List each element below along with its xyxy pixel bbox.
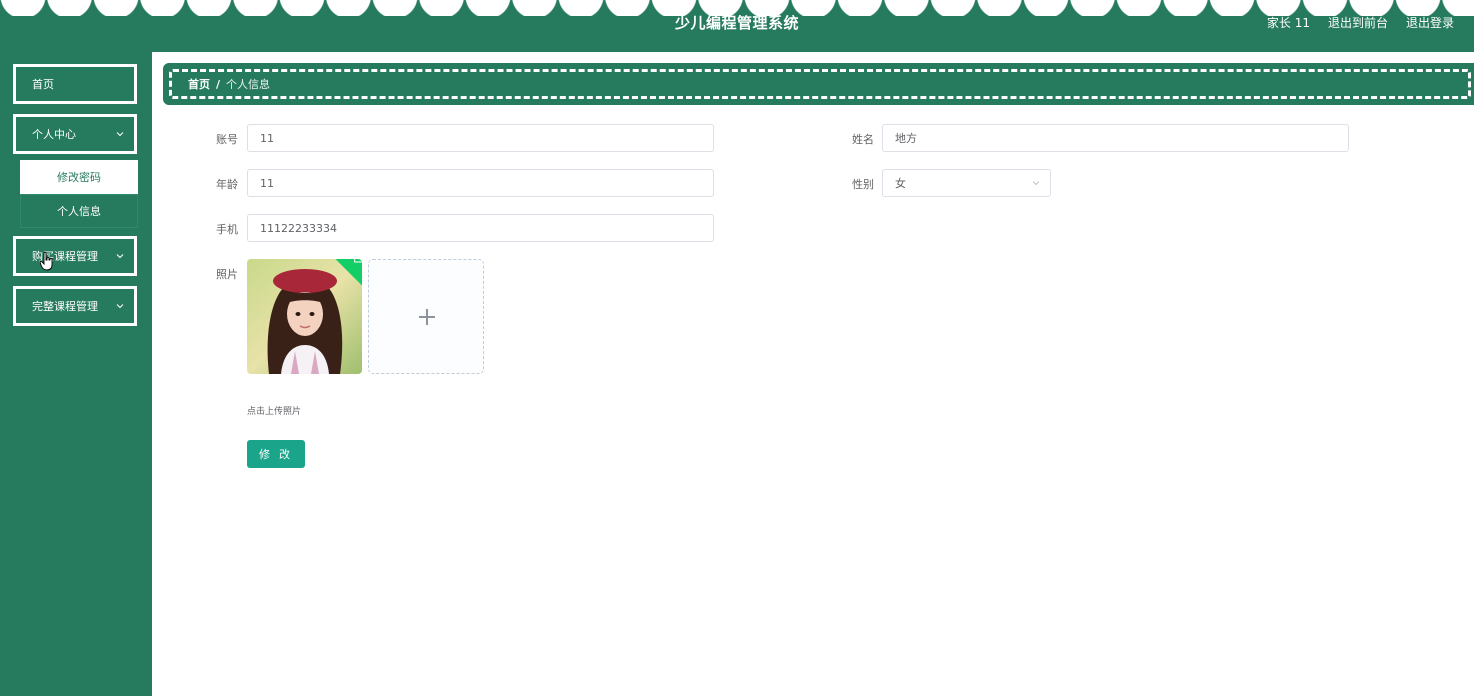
upload-tip-text: 点击上传照片 bbox=[247, 407, 302, 417]
hand-cursor-icon bbox=[40, 252, 53, 271]
sidebar-item-home[interactable]: 首页 bbox=[13, 64, 137, 104]
portrait-photo-image bbox=[247, 259, 362, 374]
gender-value: 女 bbox=[895, 177, 906, 190]
uploaded-photo-thumbnail[interactable] bbox=[247, 259, 362, 374]
account-field[interactable]: 11 bbox=[247, 124, 714, 152]
name-field[interactable]: 地方 bbox=[882, 124, 1349, 152]
sidebar-item-complete-course-management[interactable]: 完整课程管理 bbox=[13, 286, 137, 326]
top-header: 少儿编程管理系统 家长 11 退出到前台 退出登录 bbox=[0, 0, 1474, 52]
chevron-down-icon bbox=[116, 304, 124, 309]
plus-icon-vertical bbox=[426, 309, 428, 325]
breadcrumb: 首页 / 个人信息 bbox=[169, 69, 1471, 99]
breadcrumb-separator: / bbox=[216, 77, 221, 91]
gender-label: 性别 bbox=[852, 178, 874, 191]
current-user-label: 家长 11 bbox=[1266, 16, 1310, 30]
sidebar-item-purchased-course-management[interactable]: 购买课程管理 bbox=[13, 236, 137, 276]
app-title: 少儿编程管理系统 bbox=[674, 14, 799, 32]
account-value: 11 bbox=[260, 131, 274, 145]
sidebar-subitem-change-password[interactable]: 修改密码 bbox=[20, 160, 138, 194]
chevron-down-icon bbox=[116, 254, 124, 259]
breadcrumb-bar: 首页 / 个人信息 bbox=[163, 63, 1474, 105]
sidebar-item-label: 个人中心 bbox=[32, 128, 76, 141]
name-value: 地方 bbox=[895, 132, 917, 145]
logout-link[interactable]: 退出登录 bbox=[1406, 14, 1454, 31]
sidebar: 首页 个人中心 修改密码 个人信息 购买课程管理 完整课程管理 bbox=[0, 52, 152, 696]
sidebar-item-label: 首页 bbox=[32, 78, 54, 91]
age-label: 年龄 bbox=[216, 178, 238, 191]
age-value: 11 bbox=[260, 176, 274, 190]
name-label: 姓名 bbox=[852, 133, 874, 146]
sidebar-subitem-personal-info[interactable]: 个人信息 bbox=[20, 194, 138, 228]
phone-field[interactable]: 11122233334 bbox=[247, 214, 714, 242]
chevron-down-icon bbox=[1032, 181, 1040, 186]
modify-button[interactable]: 修 改 bbox=[247, 440, 305, 468]
exit-to-frontend-link[interactable]: 退出到前台 bbox=[1328, 14, 1388, 31]
phone-label: 手机 bbox=[216, 223, 238, 236]
breadcrumb-home[interactable]: 首页 bbox=[188, 76, 210, 92]
check-icon bbox=[354, 259, 362, 263]
age-field[interactable]: 11 bbox=[247, 169, 714, 197]
photo-upload-box[interactable] bbox=[368, 259, 484, 374]
photo-label: 照片 bbox=[216, 268, 238, 281]
header-actions: 家长 11 退出到前台 退出登录 bbox=[1267, 14, 1454, 31]
phone-value: 11122233334 bbox=[260, 221, 337, 235]
sidebar-subitem-label: 修改密码 bbox=[57, 171, 101, 184]
gender-select[interactable]: 女 bbox=[882, 169, 1051, 197]
sidebar-item-personal-center[interactable]: 个人中心 bbox=[13, 114, 137, 154]
sidebar-subitem-label: 个人信息 bbox=[57, 205, 101, 218]
chevron-down-icon bbox=[116, 132, 124, 137]
breadcrumb-current: 个人信息 bbox=[226, 78, 271, 91]
account-label: 账号 bbox=[216, 133, 238, 146]
sidebar-item-label: 完整课程管理 bbox=[32, 300, 98, 313]
